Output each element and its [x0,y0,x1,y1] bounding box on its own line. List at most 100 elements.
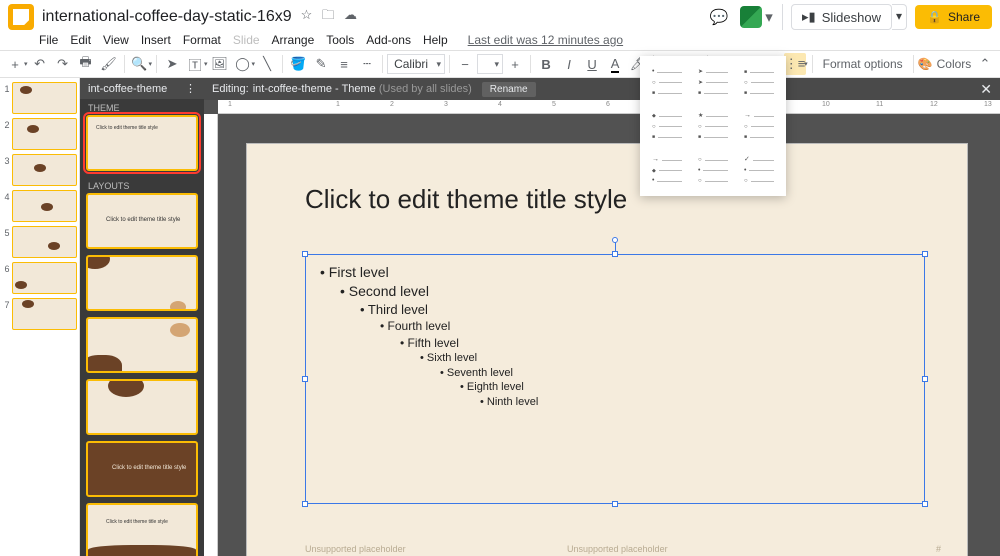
outline-level-1[interactable]: • First level [320,263,910,282]
menu-file[interactable]: File [34,31,63,49]
layout-thumb-2[interactable] [86,255,198,311]
layout-thumb-1[interactable]: Click to edit theme title style [86,193,198,249]
slide-thumb-4[interactable] [12,190,77,222]
bullet-preset-2[interactable] [692,62,734,102]
cloud-status-icon[interactable]: ☁ [344,7,357,22]
select-tool[interactable]: ➤ [161,53,183,75]
close-theme-editor-button[interactable]: ✕ [980,81,992,98]
document-title[interactable]: international-coffee-day-static-16x9 [42,8,292,26]
share-button[interactable]: 🔒 Share [915,5,992,29]
slide-canvas[interactable]: Click to edit theme title style • First … [247,144,967,556]
menu-arrange[interactable]: Arrange [267,31,320,49]
bullet-preset-6[interactable] [738,106,780,146]
resize-handle-tm[interactable] [612,251,618,257]
footer-placeholder-center[interactable]: Unsupported placeholder [567,544,668,554]
resize-handle-bl[interactable] [302,501,308,507]
outline-level-3[interactable]: • Third level [360,301,910,319]
outline-level-7[interactable]: • Seventh level [440,366,910,381]
fill-color-button[interactable]: 🪣 [287,53,309,75]
footer-placeholder-left[interactable]: Unsupported placeholder [305,544,406,554]
border-dash-button[interactable]: ┄ [356,53,378,75]
body-placeholder[interactable]: • First level• Second level• Third level… [305,254,925,504]
layout-thumb-3[interactable] [86,317,198,373]
slides-logo[interactable] [8,4,34,30]
bold-button[interactable]: B [535,53,557,75]
font-family-select[interactable]: Calibri [387,54,445,74]
increase-font-button[interactable]: + [504,53,526,75]
text-color-button[interactable]: A [604,53,626,75]
slide-thumb-1[interactable] [12,82,77,114]
meet-icon[interactable] [740,6,762,28]
italic-button[interactable]: I [558,53,580,75]
image-tool[interactable]: 🖼 [209,53,231,75]
comments-icon[interactable]: 💬 [706,4,732,30]
zoom-dropdown[interactable]: ▾ [149,60,153,68]
slideshow-button[interactable]: ▸▮ Slideshow [791,4,892,30]
move-icon[interactable]: 🗀 [322,7,335,22]
bullet-preset-8[interactable] [692,150,734,190]
redo-button[interactable]: ↷ [52,53,74,75]
format-options-button[interactable]: Format options [823,57,903,71]
resize-handle-br[interactable] [922,501,928,507]
zoom-button[interactable]: 🔍 [129,53,151,75]
outline-level-2[interactable]: • Second level [340,282,910,301]
new-slide-dropdown[interactable]: ▾ [24,60,28,68]
bullet-preset-9[interactable] [738,150,780,190]
meet-dropdown[interactable]: ▾ [762,4,776,30]
page-number-placeholder[interactable]: # [936,544,941,554]
bullet-preset-1[interactable] [646,62,688,102]
theme-title-placeholder[interactable]: Click to edit theme title style [305,184,627,215]
outline-level-5[interactable]: • Fifth level [400,335,910,351]
layout-thumb-6[interactable]: Click to edit theme title style [86,503,198,556]
paint-format-button[interactable]: 🖌 [98,53,120,75]
horizontal-ruler[interactable]: 112345678910111213 [218,100,1000,114]
slide-thumb-3[interactable] [12,154,77,186]
menu-add-ons[interactable]: Add-ons [361,31,416,49]
last-edit-link[interactable]: Last edit was 12 minutes ago [463,31,628,49]
print-button[interactable]: 🖶 [75,53,97,75]
resize-handle-ml[interactable] [302,376,308,382]
menu-tools[interactable]: Tools [321,31,359,49]
theme-panel-more-icon[interactable]: ⋮ [185,82,196,95]
bullet-preset-5[interactable] [692,106,734,146]
undo-button[interactable]: ↶ [29,53,51,75]
border-color-button[interactable]: ✎ [310,53,332,75]
border-weight-button[interactable]: ≡ [333,53,355,75]
theme-master-thumb[interactable]: Click to edit theme title style [86,115,198,171]
line-tool[interactable]: ╲ [256,53,278,75]
menu-format[interactable]: Format [178,31,226,49]
bullet-preset-4[interactable] [646,106,688,146]
slide-thumb-2[interactable] [12,118,77,150]
slideshow-dropdown[interactable]: ▾ [892,4,907,30]
shape-dropdown[interactable]: ▾ [252,60,256,68]
decrease-font-button[interactable]: − [454,53,476,75]
resize-handle-bm[interactable] [612,501,618,507]
textbox-tool[interactable]: 🅃 [184,53,206,75]
outline-level-4[interactable]: • Fourth level [380,318,910,334]
menu-help[interactable]: Help [418,31,453,49]
menu-view[interactable]: View [98,31,134,49]
menu-insert[interactable]: Insert [136,31,176,49]
layout-thumb-5[interactable]: Click to edit theme title style [86,441,198,497]
slide-thumb-6[interactable] [12,262,77,294]
bulleted-list-button[interactable]: ⋮≡ [784,53,806,75]
bullet-preset-7[interactable] [646,150,688,190]
menu-slide[interactable]: Slide [228,31,265,49]
outline-level-8[interactable]: • Eighth level [460,380,910,395]
bullet-preset-3[interactable] [738,62,780,102]
outline-level-9[interactable]: • Ninth level [480,395,910,410]
collapse-toolbar-button[interactable]: ⌃ [974,53,996,75]
rotate-handle[interactable] [612,237,618,243]
slide-thumb-7[interactable] [12,298,77,330]
vertical-ruler[interactable] [204,114,218,556]
resize-handle-tr[interactable] [922,251,928,257]
slide-thumb-5[interactable] [12,226,77,258]
outline-level-6[interactable]: • Sixth level [420,351,910,366]
rename-button[interactable]: Rename [482,82,536,97]
bulleted-list-dropdown[interactable]: ▾ [804,60,808,68]
font-size-input[interactable] [477,54,503,74]
menu-edit[interactable]: Edit [65,31,96,49]
resize-handle-tl[interactable] [302,251,308,257]
theme-colors-button[interactable]: 🎨Colors [918,57,972,71]
shape-tool[interactable]: ◯ [232,53,254,75]
